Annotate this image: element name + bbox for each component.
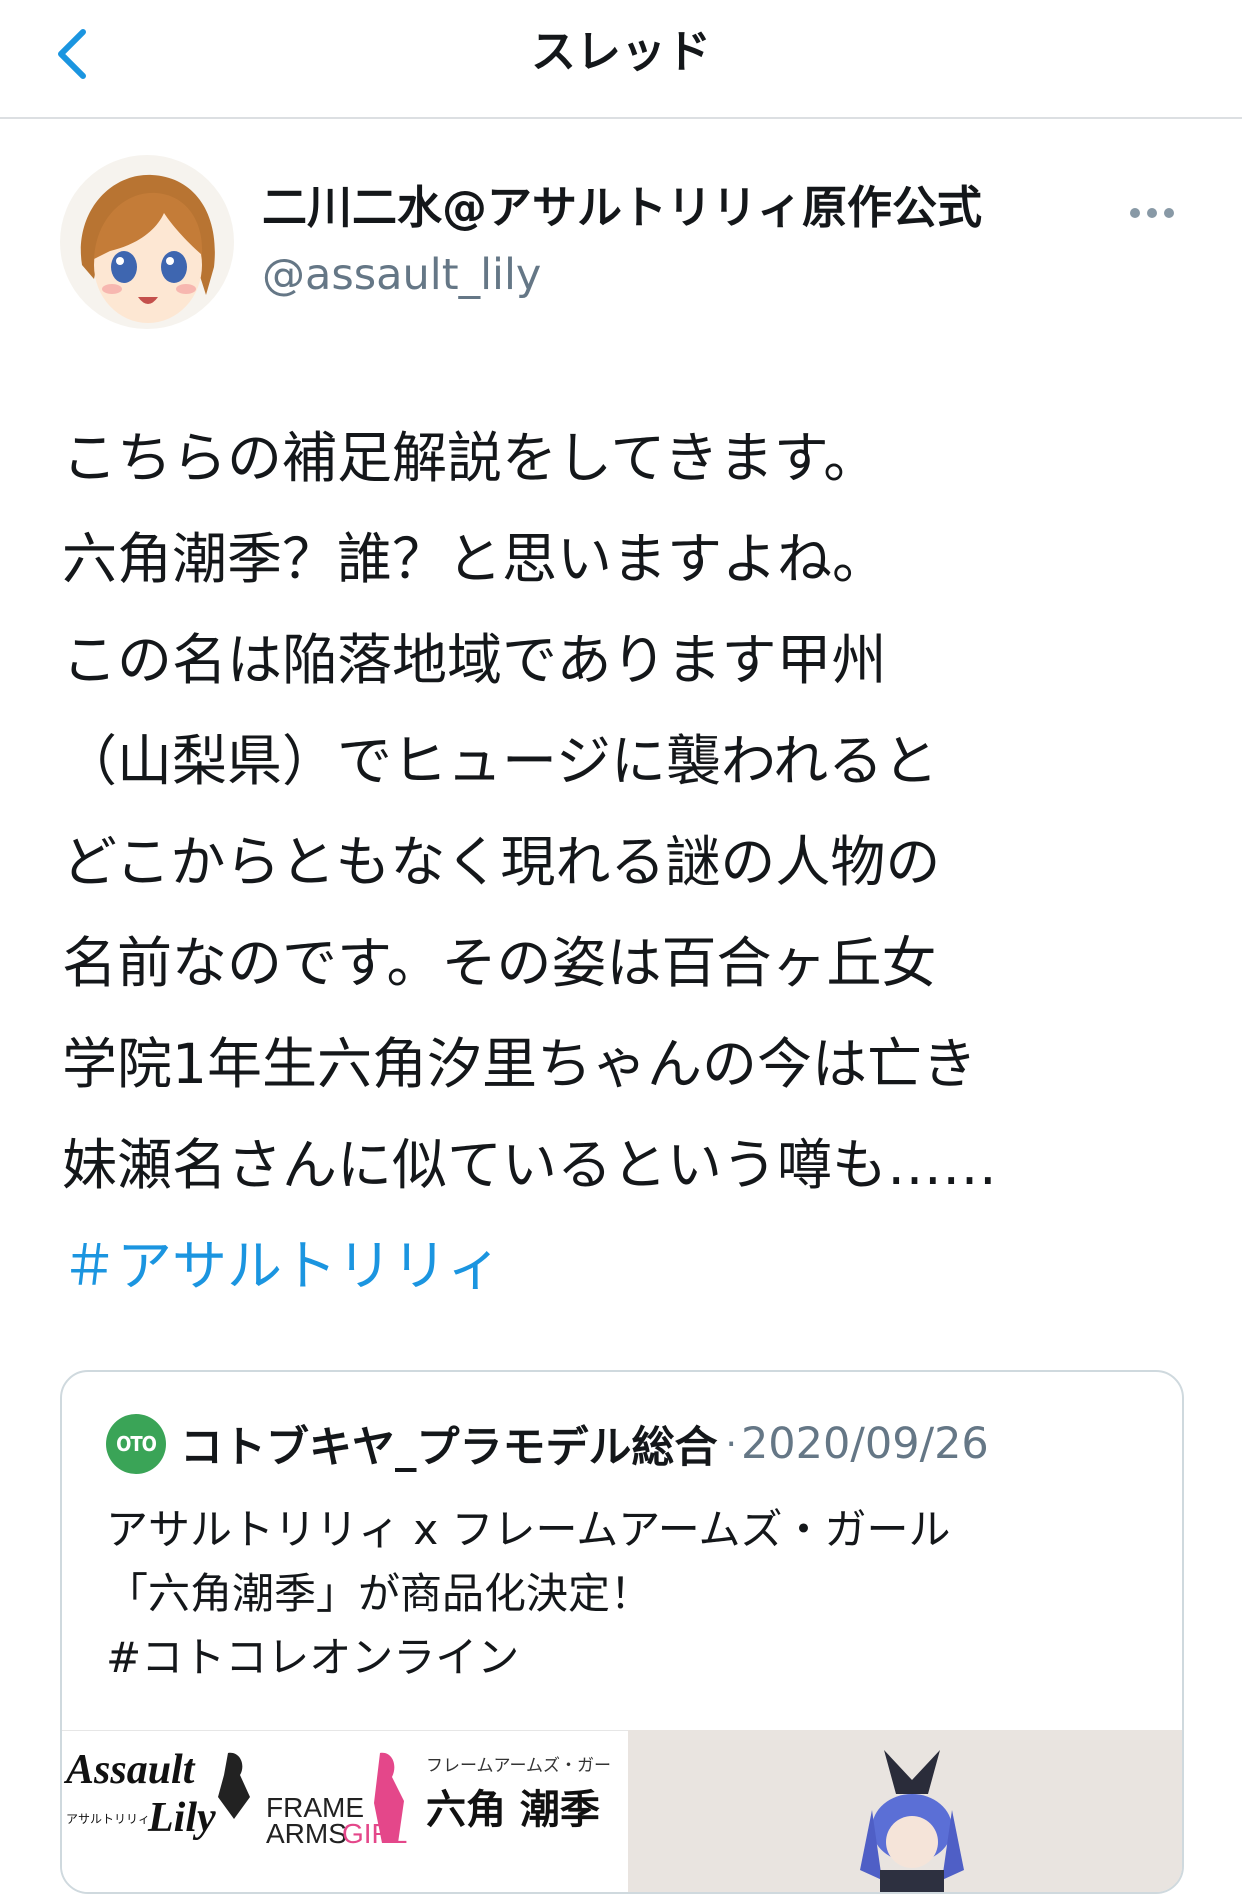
quoted-text-line: アサルトリリィ x フレームアームズ・ガール <box>106 1505 951 1554</box>
quoted-tweet-text: アサルトリリィ x フレームアームズ・ガール 「六角潮季」が商品化決定！ #コト… <box>106 1498 951 1690</box>
tweet-text-line: どこからともなく現れる謎の人物の <box>62 830 941 894</box>
tweet-text-line: こちらの補足解説をしてきます。 <box>62 426 879 490</box>
more-horizontal-icon <box>1130 208 1174 218</box>
tweet-text-line: 六角潮季？誰？と思いますよね。 <box>62 527 888 591</box>
assault-lily-logo-sub: アサルトリリィ <box>66 1812 150 1826</box>
assault-lily-logo-lily: Lily <box>147 1795 216 1841</box>
page-title: スレッド <box>530 25 711 78</box>
top-nav-bar: スレッド <box>0 0 1242 119</box>
product-photo <box>628 1730 1182 1892</box>
quoted-text-line: #コトコレオンライン <box>106 1633 520 1682</box>
product-title: 六角 潮季 <box>426 1787 600 1833</box>
hashtag-link[interactable]: ＃アサルトリリィ <box>62 1216 1192 1317</box>
quoted-media[interactable]: Assault Lily アサルトリリィ FRAME ARMS GIRL フレー… <box>62 1730 1182 1892</box>
product-banner-image: Assault Lily アサルトリリィ FRAME ARMS GIRL フレー… <box>62 1730 628 1892</box>
assault-lily-logo: Assault <box>63 1747 196 1793</box>
frame-arms-logo-arms: ARMS <box>266 1818 347 1849</box>
author-display-name[interactable]: 二川二水@アサルトリリィ原作公式 <box>262 180 982 236</box>
tweet-text: こちらの補足解説をしてきます。 六角潮季？誰？と思いますよね。 この名は陥落地域… <box>62 408 1192 1317</box>
more-options-button[interactable] <box>1128 193 1176 233</box>
quoted-tweet-date: 2020/09/26 <box>740 1419 989 1469</box>
quoted-author-avatar: OTO <box>106 1414 166 1474</box>
tweet-text-line: 名前なのです。その姿は百合ヶ丘女 <box>62 931 937 995</box>
author-handle[interactable]: @assault_lily <box>262 248 541 302</box>
tweet-text-line: 学院1年生六角汐里ちゃんの今は亡き <box>62 1032 977 1096</box>
quoted-author-name: コトブキヤ_プラモデル総合 <box>180 1423 718 1473</box>
quoted-tweet-header: OTO コトブキヤ_プラモデル総合 · 2020/09/26 <box>106 1414 989 1474</box>
quoted-tweet-card[interactable]: OTO コトブキヤ_プラモデル総合 · 2020/09/26 アサルトリリィ x… <box>60 1370 1184 1894</box>
author-avatar[interactable] <box>60 155 234 329</box>
tweet-text-line: この名は陥落地域であります甲州 <box>62 628 887 692</box>
tweet-text-line: （山梨県）でヒュージに襲われると <box>62 729 939 793</box>
separator-dot: · <box>725 1423 737 1465</box>
quoted-text-line: 「六角潮季」が商品化決定！ <box>106 1569 653 1618</box>
tweet-text-line: 妹瀬名さんに似ているという噂も…… <box>62 1133 998 1197</box>
quoted-avatar-logo-text: OTO <box>116 1432 157 1456</box>
product-subtitle: フレームアームズ・ガー <box>426 1756 611 1776</box>
